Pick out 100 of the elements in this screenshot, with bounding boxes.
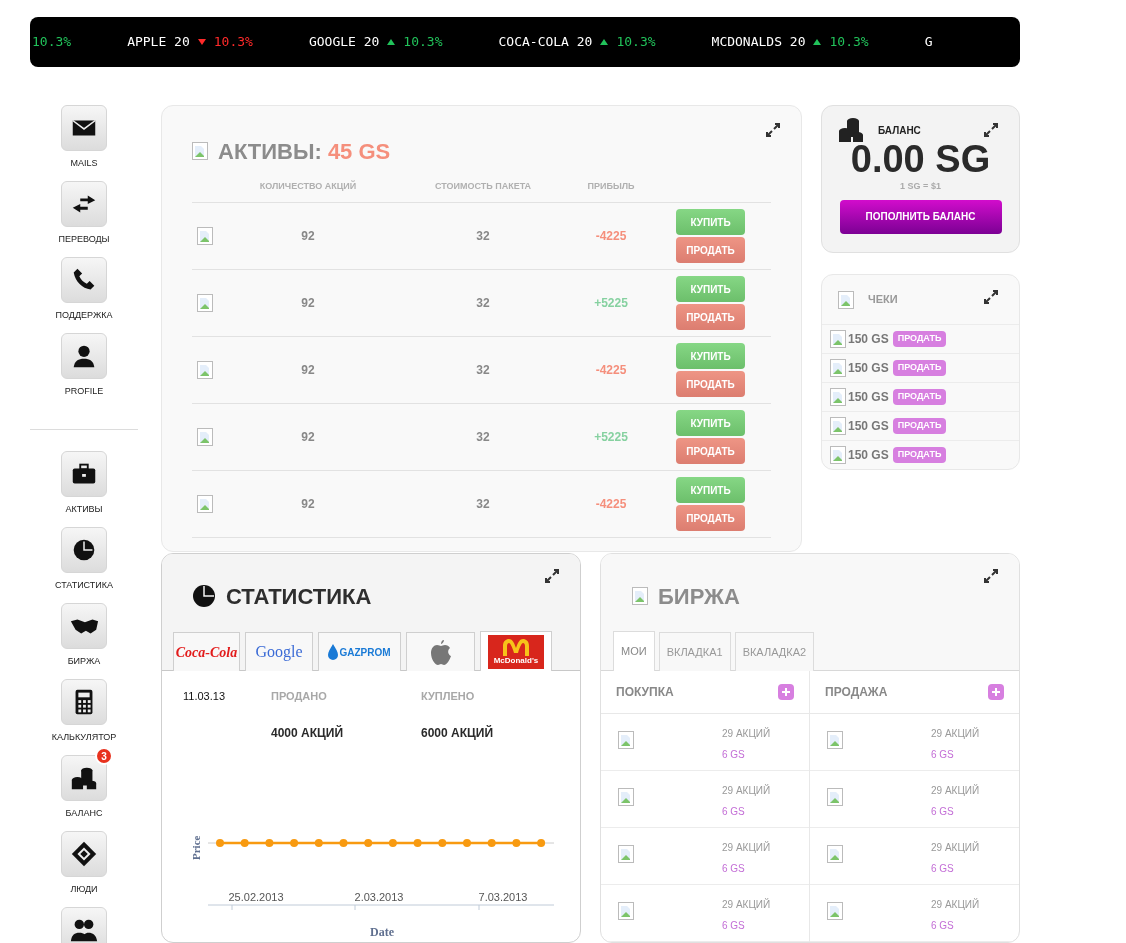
check-amount: 150 GS bbox=[848, 331, 889, 348]
assets-total: 45 GS bbox=[327, 137, 391, 166]
panel-title: СТАТИСТИКА bbox=[226, 582, 372, 611]
sell-button[interactable]: ПРОДАТЬ bbox=[676, 237, 745, 263]
buy-button[interactable]: КУПИТЬ bbox=[676, 276, 745, 302]
table-cell-text: -4225 bbox=[594, 228, 628, 245]
sell-button[interactable]: ПРОДАТЬ bbox=[892, 447, 947, 463]
table-cell-text: -4225 bbox=[594, 496, 628, 513]
tick-label: 25.02.2013 bbox=[228, 890, 284, 903]
nav-label: СТАТИСТИКА bbox=[54, 579, 114, 592]
ticket-icon bbox=[69, 839, 99, 869]
image-placeholder-icon bbox=[197, 495, 213, 513]
ticker-change: 10.3% bbox=[403, 33, 443, 52]
sell-button[interactable]: ПРОДАТЬ bbox=[676, 304, 745, 330]
sell-button[interactable]: ПРОДАТЬ bbox=[892, 331, 947, 347]
buy-button[interactable]: КУПИТЬ bbox=[676, 410, 745, 436]
image-placeholder-icon bbox=[197, 294, 213, 312]
nav-label: ПОДДЕРЖКА bbox=[55, 309, 113, 322]
logo-tab[interactable]: McDonald's bbox=[480, 631, 552, 671]
tick-label: 2.03.2013 bbox=[354, 890, 404, 903]
expand-icon bbox=[544, 568, 560, 584]
table-cell-text: 32 bbox=[475, 362, 491, 379]
sell-button[interactable]: ПРОДАТЬ bbox=[676, 438, 745, 464]
price: 6 GS bbox=[722, 919, 746, 933]
image-placeholder-icon bbox=[830, 446, 846, 464]
add-button[interactable] bbox=[778, 684, 794, 700]
image-placeholder-icon bbox=[827, 845, 843, 863]
check-amount: 150 GS bbox=[848, 389, 889, 406]
image-placeholder-icon bbox=[830, 388, 846, 406]
table-cell-text: 92 bbox=[300, 362, 316, 379]
logo-tab[interactable] bbox=[406, 632, 475, 671]
nav-label: БИРЖА bbox=[67, 655, 101, 668]
price: 6 GS bbox=[931, 748, 955, 762]
check-amount: 150 GS bbox=[848, 418, 889, 435]
nav-button[interactable] bbox=[61, 907, 107, 943]
image-placeholder-icon bbox=[632, 587, 648, 605]
nav-button[interactable] bbox=[61, 679, 107, 725]
nav-label: ПЕРЕВОДЫ bbox=[58, 233, 110, 246]
column-header: ПРИБЫЛЬ bbox=[586, 180, 636, 194]
nav-button[interactable] bbox=[61, 451, 107, 497]
nav-button[interactable] bbox=[61, 333, 107, 379]
tick-label: 7.03.2013 bbox=[478, 890, 528, 903]
sell-button[interactable]: ПРОДАТЬ bbox=[892, 418, 947, 434]
apple-icon bbox=[429, 639, 452, 665]
column-title: ПОКУПКА bbox=[616, 684, 674, 701]
axis-label: Price bbox=[190, 835, 202, 860]
sell-button[interactable]: ПРОДАТЬ bbox=[676, 371, 745, 397]
nav-button[interactable] bbox=[61, 257, 107, 303]
table-cell-text: 92 bbox=[300, 295, 316, 312]
nav-label: АКТИВЫ bbox=[65, 503, 103, 516]
nav-button[interactable] bbox=[61, 105, 107, 151]
sell-button[interactable]: ПРОДАТЬ bbox=[892, 360, 947, 376]
panel-title: БИРЖА bbox=[658, 582, 740, 611]
nav-button[interactable] bbox=[61, 831, 107, 877]
nav-label: ЛЮДИ bbox=[70, 883, 98, 896]
share-count: 29 АКЦИЙ bbox=[931, 726, 980, 741]
tab[interactable]: ВКЛАДКА1 bbox=[658, 632, 731, 671]
add-button[interactable] bbox=[988, 684, 1004, 700]
nav-button[interactable] bbox=[61, 181, 107, 227]
sell-button[interactable]: ПРОДАТЬ bbox=[892, 389, 947, 405]
top-up-button[interactable]: ПОПОЛНИТЬ БАЛАНС bbox=[839, 199, 1002, 234]
logo-tab[interactable]: Coca-Cola bbox=[173, 632, 240, 671]
axis-label: Date bbox=[370, 924, 394, 939]
ticker-name: GOOGLE 20 bbox=[308, 33, 380, 52]
image-placeholder-icon bbox=[618, 731, 634, 749]
column-header: СТОИМОСТЬ ПАКЕТА bbox=[433, 180, 533, 194]
image-placeholder-icon bbox=[197, 361, 213, 379]
buy-button[interactable]: КУПИТЬ bbox=[676, 477, 745, 503]
image-placeholder-icon bbox=[827, 902, 843, 920]
table-cell-text: +5225 bbox=[593, 429, 629, 446]
plus-icon bbox=[991, 687, 1001, 697]
price: 6 GS bbox=[931, 805, 955, 819]
table-cell-text: 92 bbox=[300, 429, 316, 446]
panel-title: БАЛАНС bbox=[878, 123, 921, 138]
logo-tab[interactable]: GAZPROM bbox=[318, 632, 401, 671]
tab[interactable]: МОИ bbox=[613, 631, 655, 671]
panel-title: АКТИВЫ: bbox=[218, 137, 322, 166]
column-header: КОЛИЧЕСТВО АКЦИЙ bbox=[258, 180, 358, 194]
nav-button[interactable] bbox=[61, 603, 107, 649]
table-cell-text: 32 bbox=[475, 228, 491, 245]
image-placeholder-icon bbox=[830, 330, 846, 348]
notification-badge: 3 bbox=[95, 747, 113, 765]
image-placeholder-icon bbox=[192, 142, 208, 160]
ticker-change: 10.3% bbox=[32, 33, 72, 52]
logo-tab[interactable]: Google bbox=[245, 632, 313, 671]
stat-label: ПРОДАНО bbox=[271, 689, 328, 704]
table-cell-text: 32 bbox=[475, 295, 491, 312]
table-cell-text: 32 bbox=[475, 496, 491, 513]
ticker-name: COCA-COLA 20 bbox=[498, 33, 593, 52]
price: 6 GS bbox=[722, 862, 746, 876]
image-placeholder-icon bbox=[197, 227, 213, 245]
tab[interactable]: ВКАЛАДКА2 bbox=[734, 632, 815, 671]
panel-title: ЧЕКИ bbox=[868, 292, 898, 308]
buy-button[interactable]: КУПИТЬ bbox=[676, 209, 745, 235]
nav-button[interactable] bbox=[61, 527, 107, 573]
sell-button[interactable]: ПРОДАТЬ bbox=[676, 505, 745, 531]
price: 6 GS bbox=[722, 805, 746, 819]
buy-button[interactable]: КУПИТЬ bbox=[676, 343, 745, 369]
share-count: 29 АКЦИЙ bbox=[722, 840, 771, 855]
expand-icon bbox=[983, 122, 999, 138]
